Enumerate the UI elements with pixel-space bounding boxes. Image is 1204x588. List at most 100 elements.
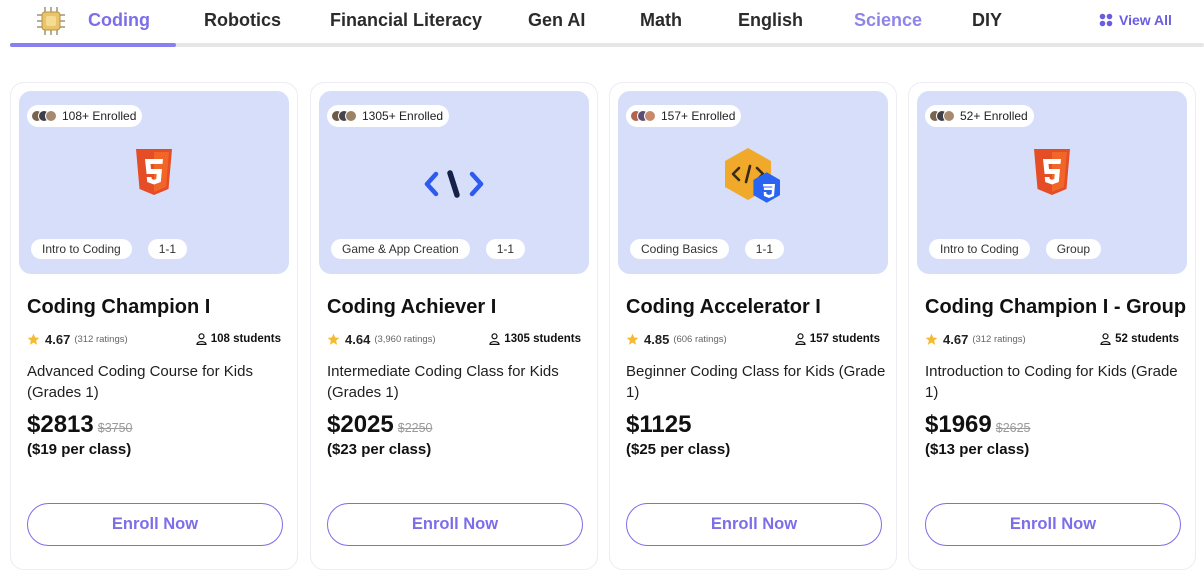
per-class-price: ($23 per class) (327, 441, 432, 458)
enrolled-count: 52+ Enrolled (960, 109, 1028, 123)
course-price: $1969 (925, 411, 992, 438)
nav-tab-financial-literacy[interactable]: Financial Literacy (330, 10, 482, 31)
view-all-link[interactable]: View All (1099, 12, 1172, 28)
enroll-now-button[interactable]: Enroll Now (327, 503, 583, 546)
course-title[interactable]: Coding Champion I - Group (925, 296, 1186, 319)
rating-row: 4.67 (312 ratings) 108 students (27, 331, 281, 347)
nav-active-indicator (10, 43, 176, 47)
rating-value: 4.85 (644, 331, 670, 347)
rating-value: 4.67 (45, 331, 71, 347)
course-price: $2025 (327, 411, 394, 438)
star-icon (27, 333, 40, 345)
course-description: Beginner Coding Class for Kids (Grade 1) (626, 363, 886, 401)
enrolled-badge: 1305+ Enrolled (327, 105, 450, 127)
course-title[interactable]: Coding Accelerator I (626, 296, 821, 319)
course-tag: Game & App Creation (331, 239, 470, 259)
enrolled-badge: 157+ Enrolled (626, 105, 742, 127)
avatar-stack (331, 110, 357, 122)
original-price: $2625 (995, 421, 1031, 435)
course-tag: Intro to Coding (31, 239, 132, 259)
student-count: 108 students (196, 333, 281, 345)
per-class-price: ($13 per class) (925, 441, 1030, 458)
person-icon (489, 333, 500, 345)
rating-value: 4.67 (943, 331, 969, 347)
course-tag: Intro to Coding (929, 239, 1030, 259)
rating-count: (312 ratings) (972, 333, 1026, 345)
course-card[interactable]: 108+ Enrolled Intro to Coding 1-1 Coding… (10, 82, 298, 570)
student-count-label: 52 students (1115, 333, 1179, 345)
avatar (644, 110, 656, 122)
nav-tab-english[interactable]: English (738, 10, 803, 31)
category-nav: Coding Robotics Financial Literacy Gen A… (0, 0, 1204, 48)
price-row: $2813 $3750 (27, 411, 133, 439)
nav-tab-diy[interactable]: DIY (972, 10, 1002, 31)
circuit-chip-icon (37, 7, 65, 35)
rating-count: (312 ratings) (74, 333, 128, 345)
enrolled-count: 157+ Enrolled (661, 109, 736, 123)
course-card[interactable]: 52+ Enrolled Intro to Coding Group Codin… (908, 82, 1196, 570)
rating-count: (3,960 ratings) (374, 333, 436, 345)
tag-row: Coding Basics 1-1 (630, 239, 785, 259)
course-description: Introduction to Coding for Kids (Grade 1… (925, 363, 1178, 401)
course-title[interactable]: Coding Champion I (27, 296, 210, 319)
enroll-now-button[interactable]: Enroll Now (626, 503, 882, 546)
course-description: Advanced Coding Course for Kids (Grades … (27, 363, 253, 401)
html5-icon (1034, 149, 1070, 195)
avatar-stack (31, 110, 57, 122)
nav-tab-coding[interactable]: Coding (88, 10, 150, 31)
original-price: $2250 (397, 421, 433, 435)
course-card[interactable]: 157+ Enrolled Coding Basics 1-1 Coding A… (609, 82, 897, 570)
course-card-hero: 157+ Enrolled Coding Basics 1-1 (618, 91, 888, 274)
course-title[interactable]: Coding Achiever I (327, 296, 496, 319)
student-count-label: 108 students (210, 333, 281, 345)
view-all-label: View All (1119, 12, 1172, 28)
tag-row: Intro to Coding 1-1 (31, 239, 188, 259)
course-card-hero: 1305+ Enrolled Game & App Creation 1-1 (319, 91, 589, 274)
course-price: $1125 (626, 411, 692, 438)
grid-icon (1099, 13, 1113, 27)
html5-icon (136, 149, 172, 195)
code-brackets-icon (424, 170, 484, 198)
course-tag: Group (1045, 239, 1102, 259)
star-icon (626, 333, 639, 345)
per-class-price: ($19 per class) (27, 441, 132, 458)
star-icon (925, 333, 938, 345)
rating-row: 4.85 (606 ratings) 157 students (626, 331, 880, 347)
nav-tab-science[interactable]: Science (854, 10, 922, 31)
course-price: $2813 (27, 411, 94, 438)
enrolled-badge: 52+ Enrolled (925, 105, 1034, 127)
rating-count: (606 ratings) (673, 333, 727, 345)
student-count: 52 students (1100, 333, 1179, 345)
rating-value: 4.64 (345, 331, 371, 347)
person-icon (795, 333, 806, 345)
price-row: $1125 (626, 411, 695, 439)
enroll-now-button[interactable]: Enroll Now (925, 503, 1181, 546)
student-count-label: 1305 students (504, 333, 581, 345)
course-card-hero: 52+ Enrolled Intro to Coding Group (917, 91, 1187, 274)
nav-tab-math[interactable]: Math (640, 10, 682, 31)
course-tag: 1-1 (147, 239, 188, 259)
code-hexagon-css-icon (725, 148, 780, 203)
course-tag: 1-1 (485, 239, 526, 259)
person-icon (196, 333, 207, 345)
enrolled-badge: 108+ Enrolled (27, 105, 143, 127)
enroll-now-button[interactable]: Enroll Now (27, 503, 283, 546)
course-card[interactable]: 1305+ Enrolled Game & App Creation 1-1 C… (310, 82, 598, 570)
student-count: 1305 students (489, 333, 581, 345)
nav-tab-robotics[interactable]: Robotics (204, 10, 281, 31)
avatar-stack (929, 110, 955, 122)
price-row: $1969 $2625 (925, 411, 1031, 439)
person-icon (1100, 333, 1111, 345)
course-tag: 1-1 (744, 239, 785, 259)
price-row: $2025 $2250 (327, 411, 433, 439)
avatar (943, 110, 955, 122)
nav-underline-track (10, 43, 1204, 47)
avatar-stack (630, 110, 656, 122)
rating-row: 4.67 (312 ratings) 52 students (925, 331, 1179, 347)
tag-row: Game & App Creation 1-1 (331, 239, 526, 259)
original-price: $3750 (97, 421, 133, 435)
nav-tab-gen-ai[interactable]: Gen AI (528, 10, 585, 31)
tag-row: Intro to Coding Group (929, 239, 1102, 259)
per-class-price: ($25 per class) (626, 441, 731, 458)
course-description: Intermediate Coding Class for Kids (Grad… (327, 363, 559, 401)
